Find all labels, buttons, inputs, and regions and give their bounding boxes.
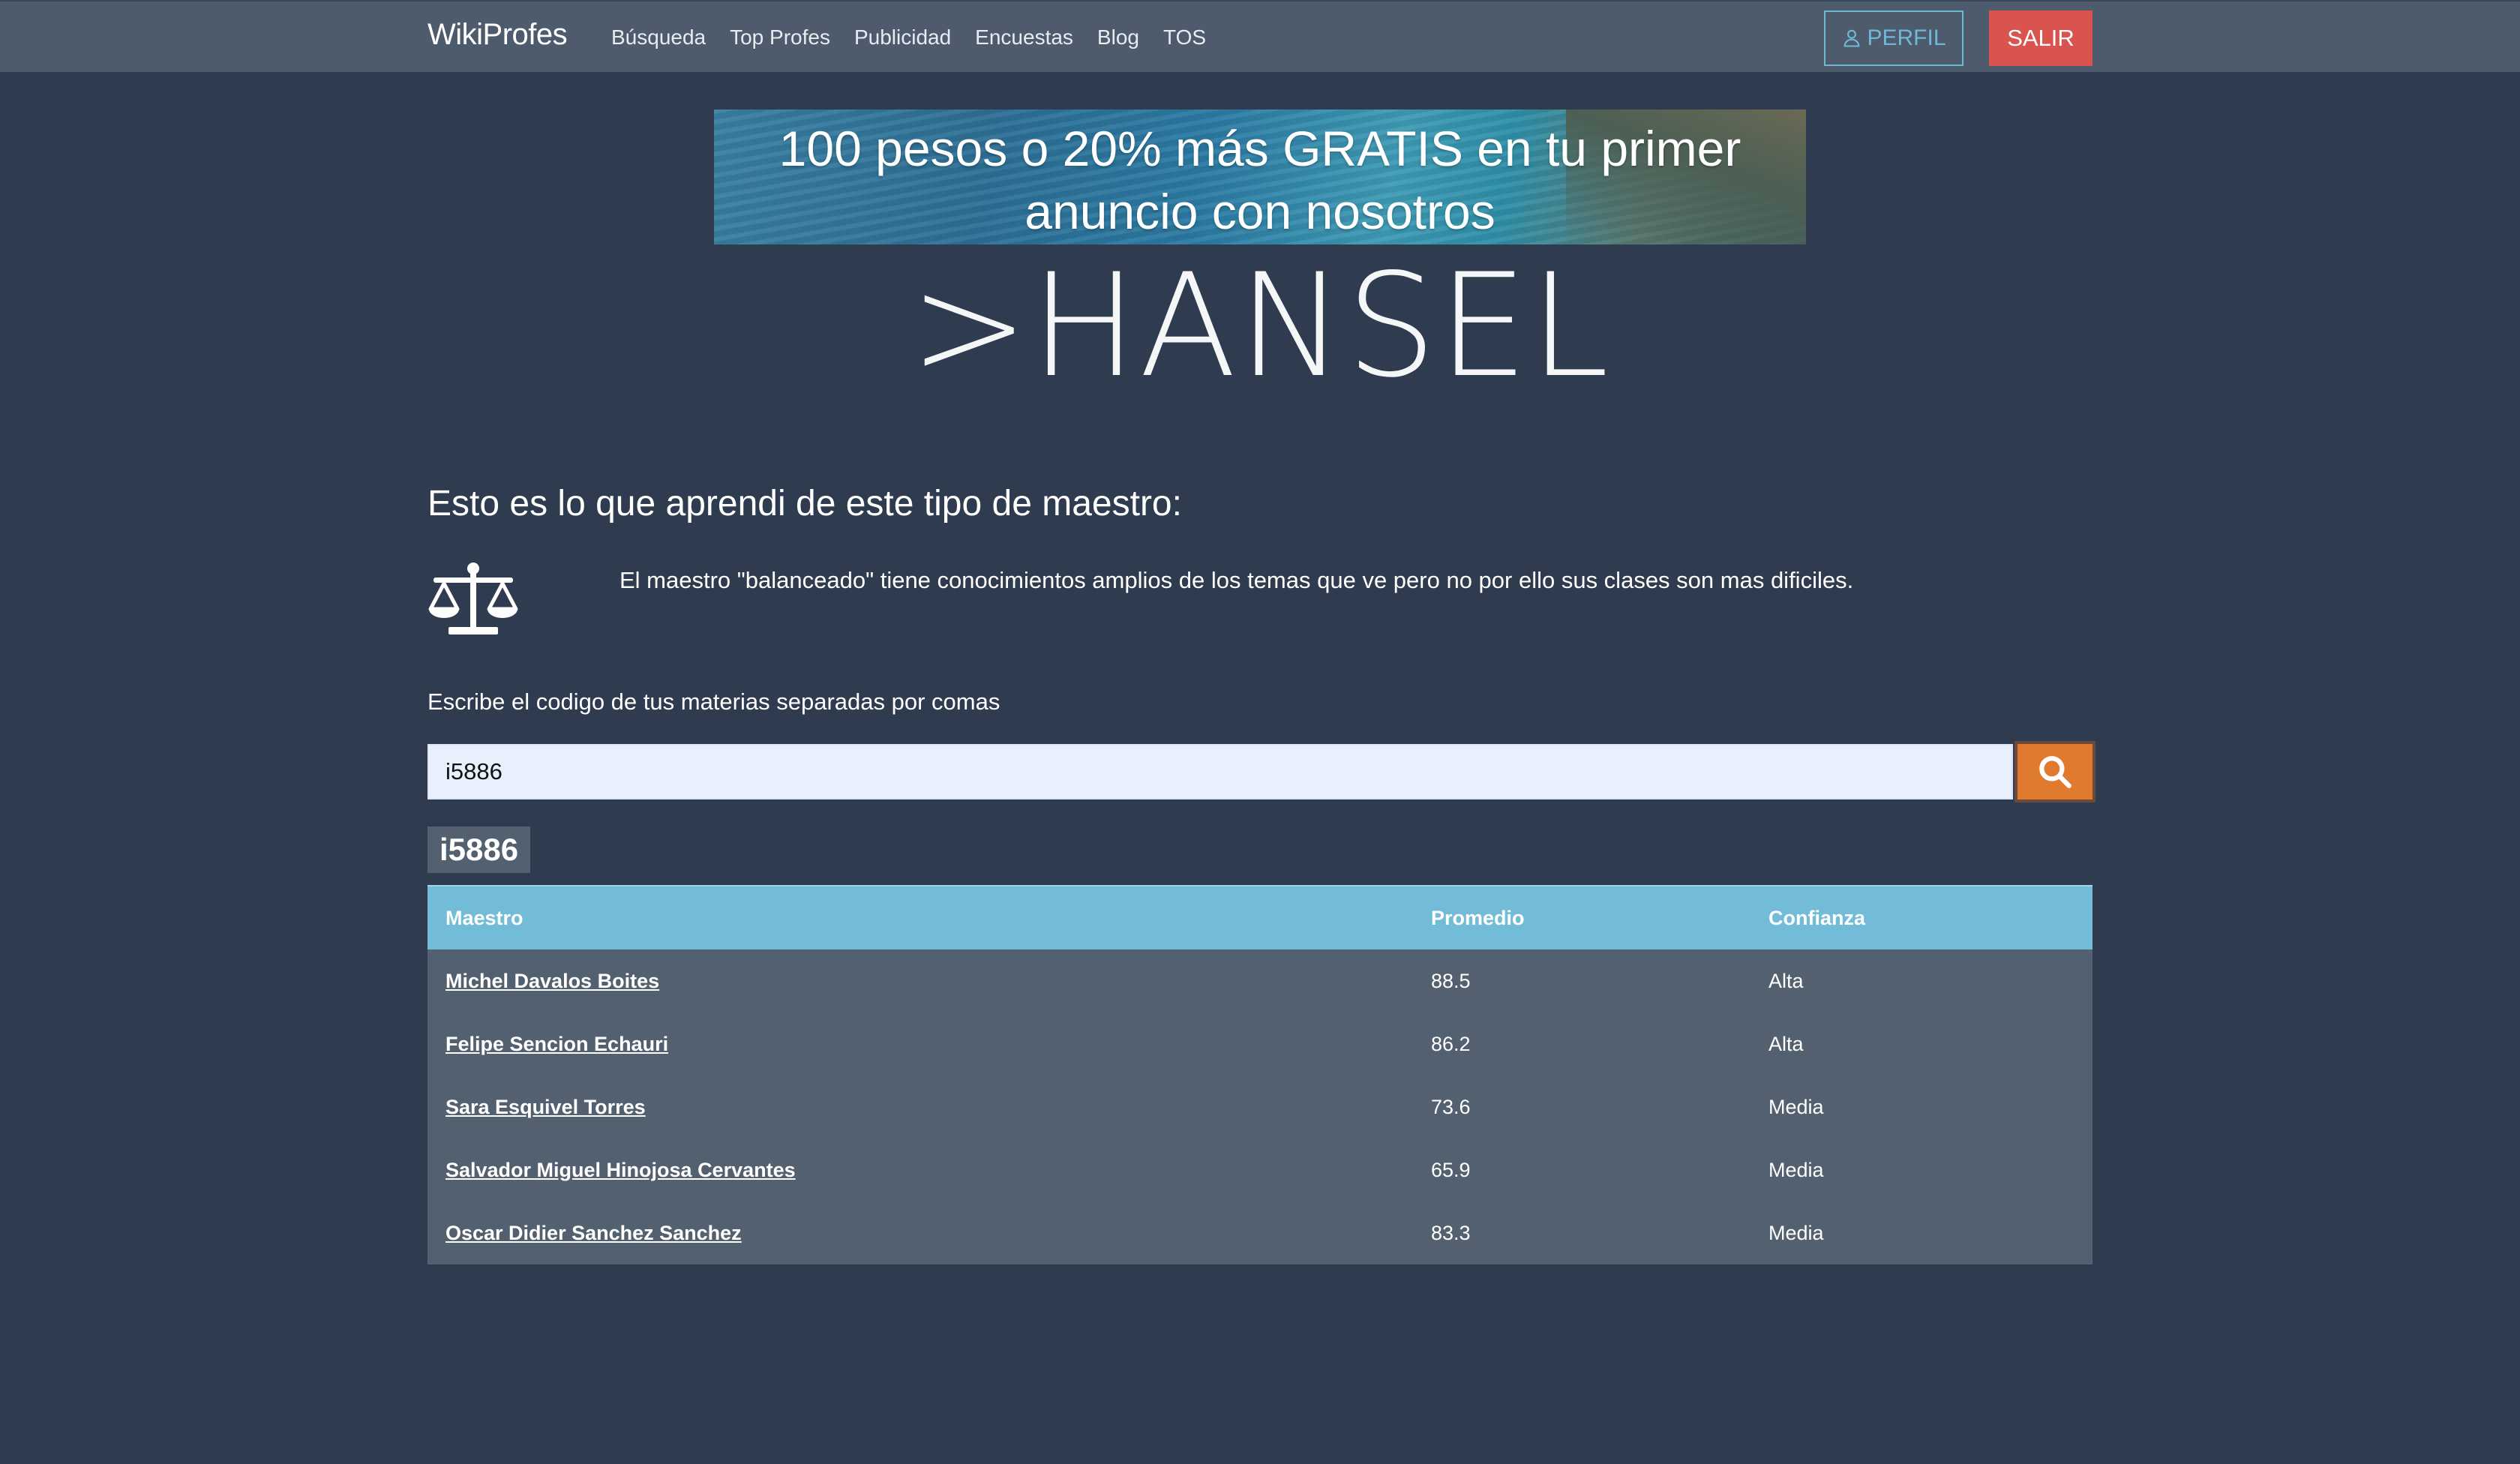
nav-link-encuestas[interactable]: Encuestas [975,26,1073,50]
confianza-cell: Alta [1768,1032,1804,1055]
table-row: Oscar Didier Sanchez Sanchez 83.3 Media [428,1202,2092,1264]
maestro-cell: Salvador Miguel Hinojosa Cervantes [428,1138,1413,1202]
table-row: Michel Davalos Boites 88.5 Alta [428,950,2092,1012]
maestro-cell: Michel Davalos Boites [428,950,1413,1012]
ad-banner[interactable]: 100 pesos o 20% más GRATIS en tu primer … [714,110,1806,244]
maestro-link[interactable]: Oscar Didier Sanchez Sanchez [446,1222,742,1244]
type-description: El maestro "balanceado" tiene conocimien… [620,567,1854,593]
maestro-link[interactable]: Felipe Sencion Echauri [446,1033,668,1055]
promedio-cell: 65.9 [1431,1158,1471,1181]
search-input[interactable] [428,744,2013,800]
table-row: Felipe Sencion Echauri 86.2 Alta [428,1012,2092,1076]
balance-scale-icon [428,562,518,634]
confianza-cell: Media [1768,1221,1824,1244]
confianza-cell: Alta [1768,969,1804,992]
confianza-cell: Media [1768,1158,1824,1181]
maestro-cell: Sara Esquivel Torres [428,1076,1413,1138]
maestro-link[interactable]: Salvador Miguel Hinojosa Cervantes [446,1159,796,1181]
navbar: WikiProfes Búsqueda Top Profes Publicida… [0,0,2520,72]
profile-title: >HANSEL [909,243,1611,409]
nav-link-tos[interactable]: TOS [1163,26,1206,50]
salir-label: SALIR [2007,25,2074,51]
nav-link-busqueda[interactable]: Búsqueda [611,26,706,50]
promedio-cell: 73.6 [1431,1095,1471,1118]
maestro-cell: Felipe Sencion Echauri [428,1012,1413,1076]
salir-button[interactable]: SALIR [1989,10,2092,66]
search-button[interactable] [2014,741,2096,802]
search-label: Escribe el codigo de tus materias separa… [428,688,1000,715]
promedio-cell: 86.2 [1431,1032,1471,1055]
nav-link-publicidad[interactable]: Publicidad [854,26,951,50]
perfil-label: PERFIL [1867,26,1946,50]
table-header-row: Maestro Promedio Confianza [428,885,2092,950]
results-table: Maestro Promedio Confianza Michel Davalo… [428,885,2092,1264]
header-maestro: Maestro [428,885,1413,950]
maestro-cell: Oscar Didier Sanchez Sanchez [428,1202,1413,1264]
user-icon [1844,29,1860,47]
banner-line-1: 100 pesos o 20% más GRATIS en tu primer [778,121,1742,176]
brand-logo[interactable]: WikiProfes [428,18,568,52]
header-promedio: Promedio [1413,885,1750,950]
section-heading: Esto es lo que aprendi de este tipo de m… [428,484,1182,524]
search-icon [2039,756,2072,788]
promedio-cell: 83.3 [1431,1221,1471,1244]
promedio-cell: 88.5 [1431,969,1471,992]
table-row: Sara Esquivel Torres 73.6 Media [428,1076,2092,1138]
banner-line-2: anuncio con nosotros [1024,184,1496,239]
header-confianza: Confianza [1750,885,2092,950]
subject-code-tag: i5886 [428,826,531,873]
table-row: Salvador Miguel Hinojosa Cervantes 65.9 … [428,1138,2092,1202]
confianza-cell: Media [1768,1095,1824,1118]
nav-links: Búsqueda Top Profes Publicidad Encuestas… [611,26,1230,50]
maestro-link[interactable]: Sara Esquivel Torres [446,1096,646,1118]
perfil-button[interactable]: PERFIL [1824,10,1964,66]
banner-text: 100 pesos o 20% más GRATIS en tu primer … [714,117,1806,243]
nav-link-blog[interactable]: Blog [1097,26,1139,50]
maestro-link[interactable]: Michel Davalos Boites [446,970,659,992]
nav-link-top-profes[interactable]: Top Profes [730,26,830,50]
